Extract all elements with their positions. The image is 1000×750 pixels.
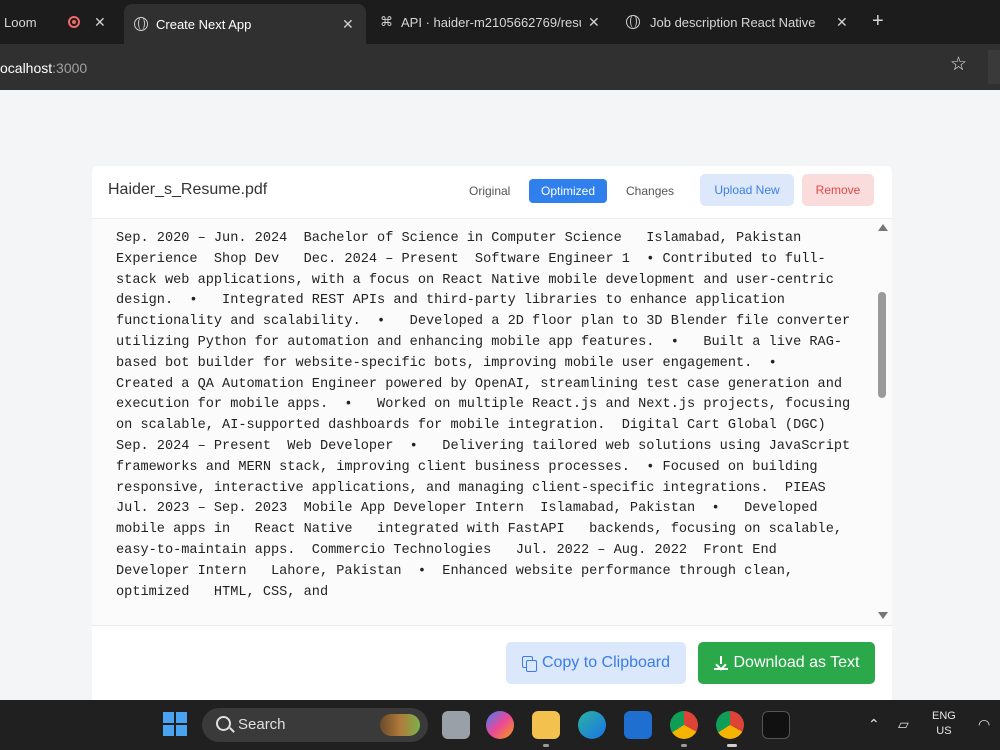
recording-icon: [68, 16, 80, 28]
tab-create-next-app[interactable]: Create Next App ✕: [124, 4, 366, 44]
tab-api[interactable]: ⌘ API · haider-m2105662769/resu ✕: [372, 6, 610, 38]
text-scrollbar[interactable]: [876, 218, 890, 624]
file-explorer-icon[interactable]: [442, 711, 470, 739]
new-tab-button[interactable]: +: [872, 10, 884, 32]
lang-line2: US: [936, 725, 952, 737]
tab-label: API · haider-m2105662769/resu: [401, 14, 581, 30]
url-field[interactable]: ocalhost:3000: [0, 56, 87, 80]
wifi-icon[interactable]: ◠: [978, 716, 990, 733]
edge-icon[interactable]: [578, 711, 606, 739]
copy-to-clipboard-button[interactable]: Copy to Clipboard: [506, 642, 686, 684]
download-icon: [713, 656, 728, 670]
bookmark-star-icon[interactable]: ☆: [950, 53, 967, 76]
page-content: Haider_s_Resume.pdf Original Optimized C…: [0, 90, 1000, 706]
language-indicator[interactable]: ENG US: [932, 709, 956, 739]
card-header: Haider_s_Resume.pdf Original Optimized C…: [92, 166, 892, 218]
address-bar: ocalhost:3000 ☆: [0, 44, 1000, 90]
outlook-icon[interactable]: [624, 711, 652, 739]
close-icon[interactable]: ✕: [342, 16, 354, 33]
running-indicator: [681, 744, 687, 747]
chrome-profile-icon[interactable]: [716, 711, 744, 739]
scroll-thumb[interactable]: [878, 292, 886, 398]
tab-changes[interactable]: Changes: [614, 179, 686, 203]
tab-label: Job description React Native: [650, 14, 816, 30]
window-scrollbar[interactable]: [988, 50, 1000, 84]
download-as-text-button[interactable]: Download as Text: [698, 642, 875, 684]
terminal-icon[interactable]: [762, 711, 790, 739]
close-icon[interactable]: ✕: [588, 14, 600, 31]
tab-optimized[interactable]: Optimized: [529, 179, 608, 203]
search-icon: [216, 716, 231, 731]
browser-tab-strip: Loom ✕ Create Next App ✕ ⌘ API · haider-…: [0, 0, 1000, 44]
url-host: ocalhost: [0, 60, 53, 76]
file-name: Haider_s_Resume.pdf: [108, 181, 268, 198]
taskbar-search[interactable]: Search: [202, 708, 428, 742]
chrome-icon[interactable]: [670, 711, 698, 739]
remove-button[interactable]: Remove: [802, 174, 874, 206]
search-highlight-icon: [380, 714, 420, 736]
tab-original[interactable]: Original: [457, 179, 522, 203]
api-icon: ⌘: [380, 14, 393, 29]
tab-label: Create Next App: [156, 16, 252, 32]
lang-line1: ENG: [932, 710, 956, 722]
url-port: :3000: [52, 60, 88, 76]
tab-label: Loom: [4, 14, 37, 30]
close-icon[interactable]: ✕: [94, 14, 106, 31]
search-label: Search: [238, 716, 286, 733]
resume-text: Sep. 2020 – Jun. 2024 Bachelor of Scienc…: [116, 231, 859, 600]
chevron-up-icon[interactable]: ⌃: [868, 716, 880, 733]
scroll-down-icon[interactable]: [878, 612, 888, 619]
copy-label: Copy to Clipboard: [541, 654, 671, 671]
folder-icon[interactable]: [532, 711, 560, 739]
active-indicator: [727, 744, 737, 747]
copilot-icon[interactable]: [486, 711, 514, 739]
chatgpt-icon: [626, 15, 640, 29]
resume-text-area[interactable]: Sep. 2020 – Jun. 2024 Bachelor of Scienc…: [92, 218, 892, 626]
download-label: Download as Text: [733, 654, 860, 671]
tab-loom[interactable]: Loom: [0, 6, 60, 38]
resume-card: Haider_s_Resume.pdf Original Optimized C…: [92, 166, 892, 706]
start-icon[interactable]: [163, 712, 187, 736]
windows-taskbar: Search ⌃ ▱ ENG US ◠: [0, 700, 1000, 750]
running-indicator: [543, 744, 549, 747]
close-icon[interactable]: ✕: [836, 14, 848, 31]
globe-icon: [134, 17, 148, 31]
tab-recording[interactable]: ✕: [60, 6, 122, 38]
scroll-up-icon[interactable]: [878, 224, 888, 231]
copy-icon: [521, 656, 537, 672]
network-icon[interactable]: ▱: [898, 716, 909, 733]
tab-job-description[interactable]: Job description React Native ✕: [618, 6, 862, 38]
upload-new-button[interactable]: Upload New: [700, 174, 794, 206]
